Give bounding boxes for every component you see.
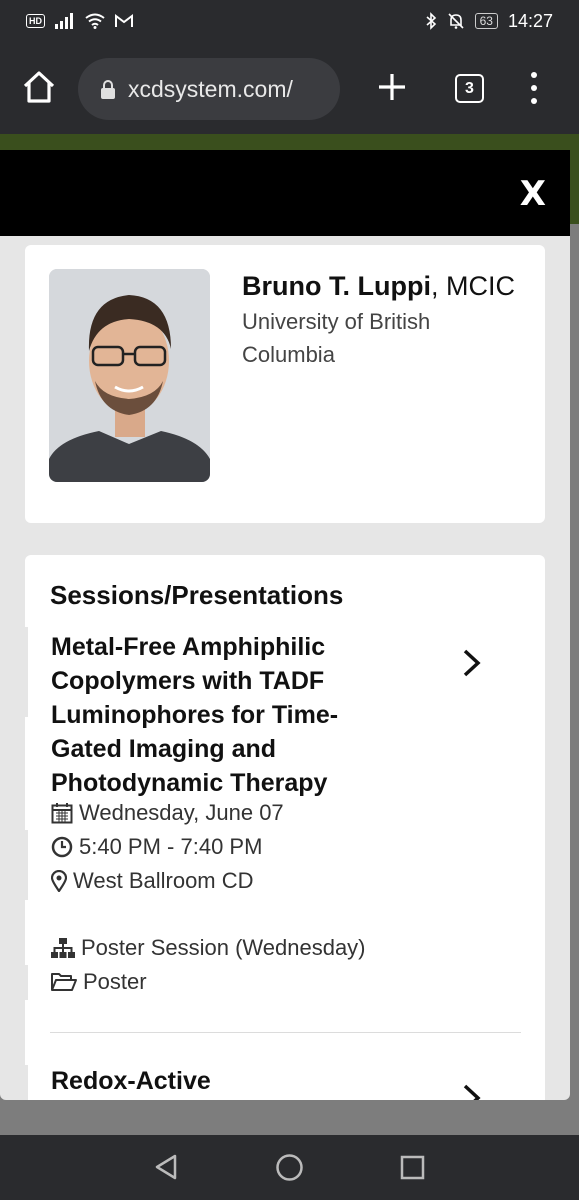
presentation-title[interactable]: Metal-Free Amphiphilic Copolymers with T…: [51, 630, 386, 800]
sessions-card: Sessions/Presentations Metal-Free Amphip…: [25, 555, 545, 1100]
calendar-icon: [51, 803, 73, 824]
speaker-photo: [49, 269, 210, 482]
url-text: xcdsystem.com/: [128, 75, 293, 102]
recents-icon[interactable]: [400, 1155, 425, 1180]
address-bar[interactable]: xcdsystem.com/: [78, 58, 340, 120]
close-button[interactable]: X: [520, 174, 546, 214]
presentation-date: Wednesday, June 07: [79, 800, 284, 825]
clock: 14:27: [507, 10, 553, 31]
overflow-menu-icon[interactable]: [524, 72, 544, 104]
presentation-location-row: West Ballroom CD: [51, 868, 254, 894]
modal-header: X: [0, 150, 570, 236]
mute-bell-icon: [448, 13, 464, 29]
speaker-modal: X Bruno T. Luppi, MCIC University of Bri…: [0, 150, 570, 1100]
presentation-location: West Ballroom CD: [73, 868, 254, 893]
presentation-session: Poster Session (Wednesday): [81, 935, 366, 960]
presentation-time: 5:40 PM - 7:40 PM: [79, 834, 263, 859]
status-bar: HD 63 14:27: [0, 0, 579, 42]
hd-icon: HD: [26, 14, 45, 28]
status-right-group: 63 14:27: [425, 11, 553, 32]
chevron-right-icon[interactable]: [460, 648, 484, 678]
presentation-type-row: Poster: [51, 969, 147, 995]
presentation-session-row: Poster Session (Wednesday): [51, 935, 366, 961]
back-icon[interactable]: [153, 1153, 179, 1181]
folder-open-icon: [51, 973, 77, 991]
presentation-time-row: 5:40 PM - 7:40 PM: [51, 834, 262, 860]
clock-icon: [51, 836, 73, 858]
item-border: [25, 830, 28, 900]
item-divider: [50, 1032, 521, 1033]
item-border: [25, 965, 28, 1000]
bluetooth-icon: [426, 12, 436, 30]
system-nav-bar: [0, 1135, 579, 1200]
gmail-icon: [115, 14, 133, 27]
speaker-affiliation: University of British Columbia: [242, 309, 431, 367]
presentation-type: Poster: [83, 969, 147, 994]
wifi-icon: [85, 13, 105, 29]
presentation-title[interactable]: Redox-Active: [51, 1067, 211, 1096]
signal-icon: [55, 13, 73, 29]
map-marker-icon: [51, 870, 67, 892]
new-tab-icon[interactable]: [377, 72, 407, 102]
sessions-heading: Sessions/Presentations: [50, 580, 344, 610]
sitemap-icon: [51, 938, 75, 958]
item-border: [25, 627, 28, 717]
browser-toolbar: xcdsystem.com/ 3: [0, 42, 579, 134]
chevron-right-icon[interactable]: [460, 1083, 484, 1100]
profile-card: Bruno T. Luppi, MCIC University of Briti…: [25, 245, 545, 523]
home-nav-icon[interactable]: [275, 1153, 304, 1182]
speaker-name: Bruno T. Luppi, MCIC: [242, 271, 515, 301]
item-border: [25, 1065, 28, 1100]
speaker-portrait-image: [49, 269, 210, 482]
home-icon[interactable]: [22, 70, 56, 104]
battery-indicator: 63: [474, 13, 498, 29]
lock-icon: [100, 80, 115, 99]
presentation-date-row: Wednesday, June 07: [51, 800, 284, 826]
status-left-group: HD: [26, 13, 133, 29]
tab-switcher-button[interactable]: 3: [455, 74, 484, 103]
